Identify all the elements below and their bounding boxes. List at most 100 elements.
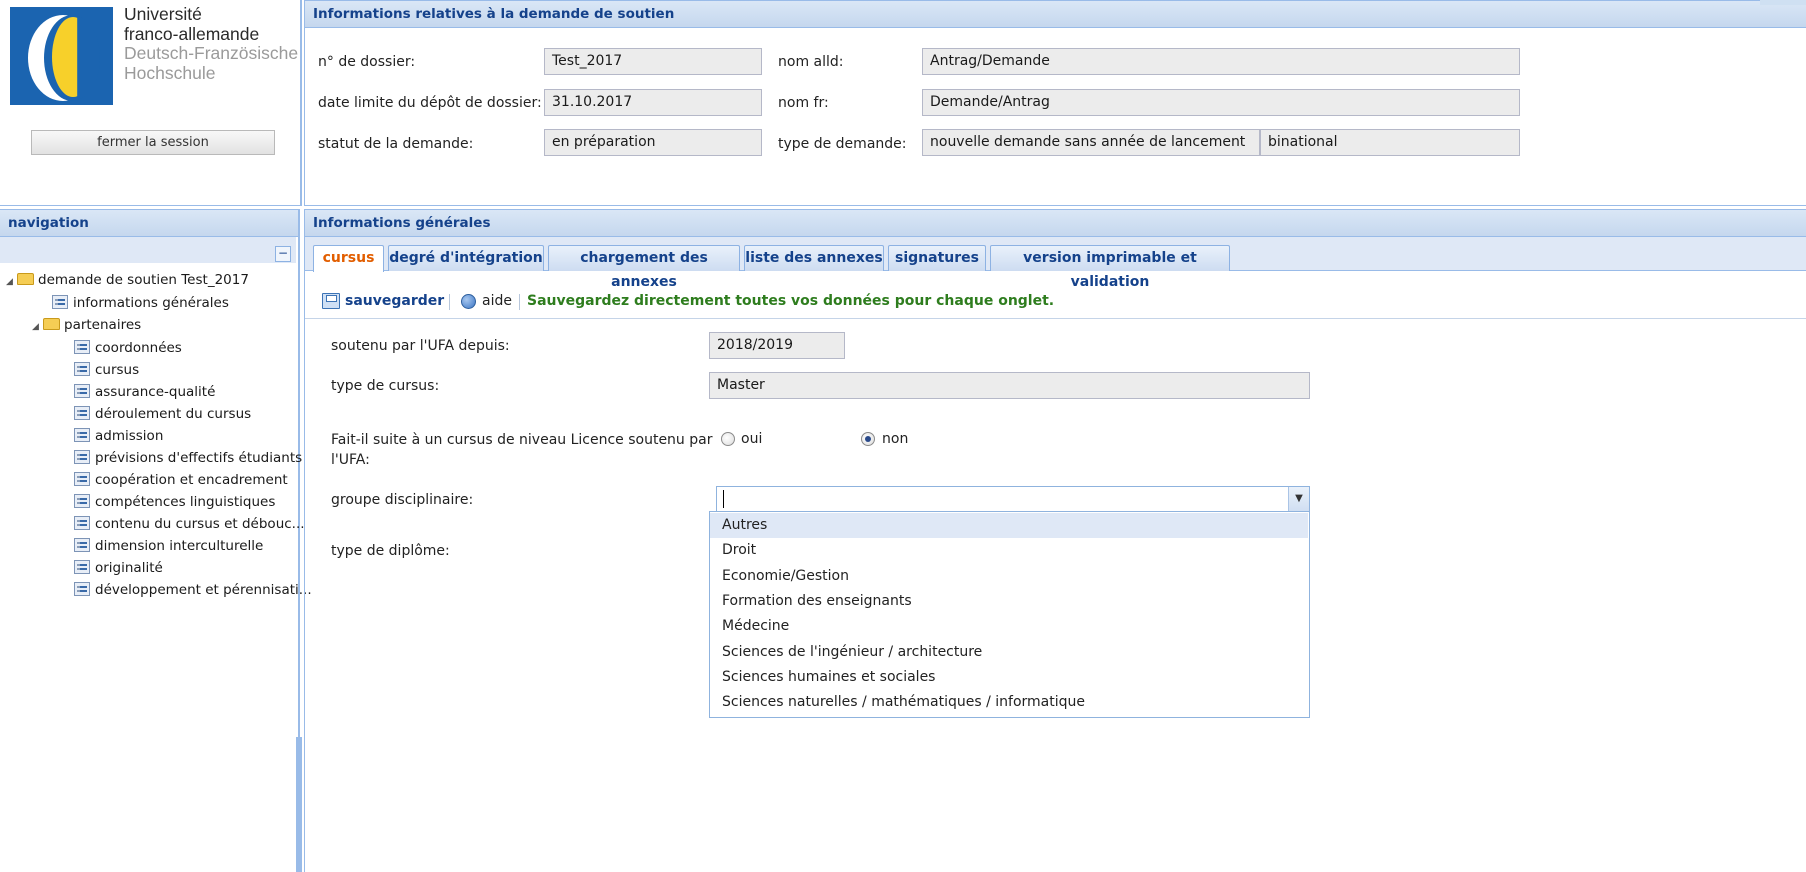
tree-item-enrollment-forecast[interactable]: prévisions d'effectifs étudiants <box>74 447 302 469</box>
tree-item-course-flow[interactable]: déroulement du cursus <box>74 403 251 425</box>
tree-item-label: originalité <box>95 560 163 576</box>
licence-question-line-1: Fait-il suite à un cursus de niveau Lice… <box>331 432 713 448</box>
radio-no[interactable] <box>861 432 875 446</box>
form-icon <box>74 472 90 486</box>
tree-item-label: développement et pérennisati... <box>95 582 312 598</box>
save-hint-text: Sauvegardez directement toutes vos donné… <box>527 293 1055 309</box>
save-button[interactable]: sauvegarder <box>345 293 444 309</box>
dropdown-option[interactable]: Sciences humaines et sociales <box>710 665 1308 690</box>
tree-item-general[interactable]: informations générales <box>52 292 229 314</box>
logo-line-3: Deutsch-Französische <box>124 43 299 63</box>
name-fr-field: Demande/Antrag <box>922 89 1520 116</box>
tab-print-validate[interactable]: version imprimable et validation <box>990 245 1230 290</box>
logout-button[interactable]: fermer la session <box>31 130 275 155</box>
form-icon <box>74 538 90 552</box>
tree-root-label: demande de soutien Test_2017 <box>38 272 249 288</box>
form-icon <box>74 428 90 442</box>
cursus-type-label: type de cursus: <box>331 378 440 394</box>
tree-item-label: coopération et encadrement <box>95 472 288 488</box>
tree-item-cursus[interactable]: cursus <box>74 359 139 381</box>
dropdown-option[interactable]: Médecine <box>710 614 1308 639</box>
radio-yes[interactable] <box>721 432 735 446</box>
general-info-header: Informations générales <box>305 209 1806 237</box>
request-type-field: nouvelle demande sans année de lancement <box>922 129 1260 156</box>
logo-line-4: Hochschule <box>124 62 216 83</box>
chevron-down-icon[interactable]: ▼ <box>1288 487 1309 512</box>
since-field: 2018/2019 <box>709 332 845 359</box>
tree-item-label: dimension interculturelle <box>95 538 264 554</box>
tab-integration[interactable]: degré d'intégration <box>388 245 544 271</box>
folder-icon <box>17 273 34 285</box>
tree-item-admission[interactable]: admission <box>74 425 163 447</box>
tree-item-cooperation[interactable]: coopération et encadrement <box>74 469 288 491</box>
toolbar-separator <box>519 294 520 310</box>
radio-yes-label[interactable]: oui <box>741 431 762 447</box>
tree-item-intercultural[interactable]: dimension interculturelle <box>74 535 263 557</box>
tree-item-originality[interactable]: originalité <box>74 557 163 579</box>
request-scope-field: binational <box>1260 129 1520 156</box>
tree-item-coordinates[interactable]: coordonnées <box>74 337 182 359</box>
tab-annex-list[interactable]: liste des annexes <box>744 245 884 271</box>
navigation-scrollbar[interactable] <box>296 737 302 872</box>
tree-item-course-content[interactable]: contenu du cursus et débouc... <box>74 513 305 535</box>
status-field: en préparation <box>544 129 762 156</box>
tab-annex-upload[interactable]: chargement des annexes <box>548 245 740 290</box>
application-info-header: Informations relatives à la demande de s… <box>305 0 1806 28</box>
cursus-type-field: Master <box>709 372 1310 399</box>
logo-line-1: Université <box>124 4 202 24</box>
tree-item-label: coordonnées <box>95 340 182 356</box>
form-icon <box>74 362 90 376</box>
form-icon <box>74 582 90 596</box>
dropdown-option[interactable]: Droit <box>710 538 1308 563</box>
tree-item-development[interactable]: développement et pérennisati... <box>74 579 312 601</box>
dropdown-option[interactable]: Autres <box>710 513 1308 538</box>
status-label: statut de la demande: <box>318 136 474 152</box>
expand-arrow-icon[interactable]: ◢ <box>6 271 17 293</box>
tree-item-label: partenaires <box>64 317 142 333</box>
dropdown-option[interactable]: Economie/Gestion <box>710 564 1308 589</box>
dropdown-option[interactable]: Formation des enseignants <box>710 589 1308 614</box>
tree-item-partners[interactable]: ◢ partenaires <box>32 314 141 336</box>
since-label: soutenu par l'UFA depuis: <box>331 338 510 354</box>
university-logo-icon <box>10 7 113 105</box>
dropdown-option[interactable]: Sciences naturelles / mathématiques / in… <box>710 690 1308 715</box>
tree-item-label: informations générales <box>73 295 229 311</box>
tree-root[interactable]: ◢ demande de soutien Test_2017 <box>6 269 249 291</box>
help-button[interactable]: aide <box>482 293 512 309</box>
form-icon <box>74 450 90 464</box>
navigation-header: navigation <box>0 209 298 237</box>
dropdown-option[interactable]: Sciences de l'ingénieur / architecture <box>710 640 1308 665</box>
licence-question-label: Fait-il suite à un cursus de niveau Lice… <box>331 430 712 470</box>
form-icon <box>74 384 90 398</box>
tree-item-language-skills[interactable]: compétences linguistiques <box>74 491 275 513</box>
dossier-label: n° de dossier: <box>318 54 416 70</box>
logo-line-2: franco-allemande <box>124 23 260 44</box>
tree-item-label: contenu du cursus et débouc... <box>95 516 305 532</box>
tree-item-label: admission <box>95 428 164 444</box>
radio-no-label[interactable]: non <box>882 431 908 447</box>
licence-question-line-2: l'UFA: <box>331 452 370 468</box>
collapse-tree-button[interactable]: − <box>275 246 291 262</box>
expand-arrow-icon[interactable]: ◢ <box>32 316 43 338</box>
logo-text: Université franco-allemande Deutsch-Fran… <box>124 4 299 83</box>
form-icon <box>74 516 90 530</box>
tree-item-quality[interactable]: assurance-qualité <box>74 381 215 403</box>
name-de-label: nom alld: <box>778 54 844 70</box>
text-cursor <box>723 490 724 508</box>
tab-signatures[interactable]: signatures <box>888 245 986 271</box>
folder-icon <box>43 318 60 330</box>
name-fr-label: nom fr: <box>778 95 829 111</box>
dossier-field: Test_2017 <box>544 48 762 75</box>
diploma-type-label: type de diplôme: <box>331 543 450 559</box>
tab-cursus[interactable]: cursus <box>313 245 384 272</box>
help-icon[interactable] <box>461 294 476 309</box>
name-de-field: Antrag/Demande <box>922 48 1520 75</box>
form-icon <box>74 494 90 508</box>
tree-item-label: déroulement du cursus <box>95 406 252 422</box>
tree-item-label: assurance-qualité <box>95 384 216 400</box>
discipline-label: groupe disciplinaire: <box>331 492 474 508</box>
toolbar-separator <box>449 294 450 310</box>
navigation-toolbar <box>0 237 296 263</box>
save-icon[interactable] <box>322 293 340 309</box>
discipline-combobox[interactable] <box>716 486 1310 513</box>
